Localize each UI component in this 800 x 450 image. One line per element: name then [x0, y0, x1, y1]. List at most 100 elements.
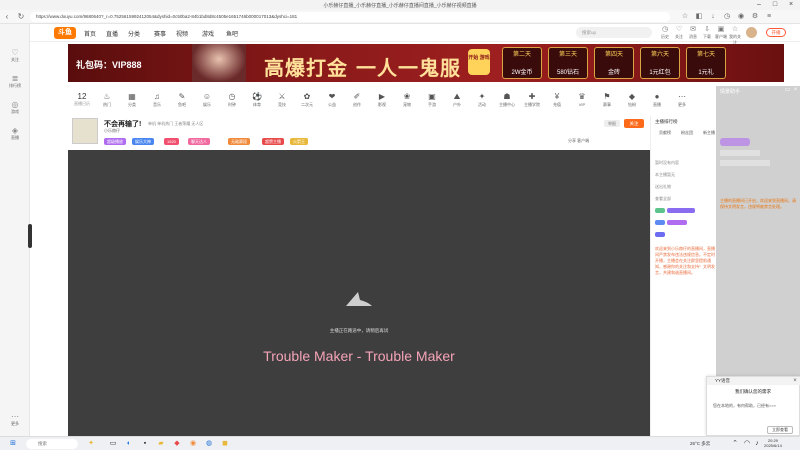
category-item[interactable]: ✎ 鱼吧: [171, 92, 193, 108]
settings-icon[interactable]: ⚙: [750, 12, 760, 22]
widget-icon[interactable]: ✦: [86, 439, 96, 449]
header-myfollow[interactable]: ☆ 我的关注: [728, 26, 742, 46]
taskbar-search[interactable]: 搜索: [26, 439, 78, 449]
category-item[interactable]: ♫ 音乐: [146, 92, 168, 108]
tray-arrow-icon[interactable]: ⌃: [730, 439, 740, 449]
download-icon[interactable]: ↓: [708, 12, 718, 22]
close-icon[interactable]: ×: [784, 0, 798, 10]
app-icon[interactable]: ◼: [220, 439, 230, 449]
nav-home[interactable]: 首页: [84, 29, 96, 38]
start-menu-icon[interactable]: ⊞: [8, 439, 18, 449]
volume-icon[interactable]: ♪: [752, 439, 762, 449]
pin-icon[interactable]: ▭: [784, 87, 791, 94]
report-button[interactable]: 举报: [604, 120, 620, 127]
header-follow[interactable]: ♡ 关注: [672, 26, 686, 40]
category-item[interactable]: ▣ 手游: [421, 92, 443, 108]
nav-category[interactable]: 分类: [128, 29, 140, 38]
streamer-tag[interactable]: 娱乐大神: [132, 138, 154, 145]
profile-icon[interactable]: ◉: [736, 12, 746, 22]
category-item[interactable]: ❤ 公益: [321, 92, 343, 108]
bookmark-icon[interactable]: ☆: [680, 12, 690, 22]
category-item[interactable]: ♛ VIP: [571, 92, 593, 107]
back-icon[interactable]: ‹: [2, 12, 12, 22]
header-history[interactable]: ◷ 历史: [658, 26, 672, 40]
nav-events[interactable]: 赛事: [154, 29, 166, 38]
app-icon[interactable]: ◆: [172, 439, 182, 449]
category-item[interactable]: ❀ 宠物: [396, 92, 418, 108]
sidebar-item-follow[interactable]: ♡ 关注: [0, 48, 30, 63]
category-item[interactable]: ⛰ 户外: [446, 92, 468, 108]
ranking-title[interactable]: 主播排行榜: [655, 119, 678, 125]
refresh-icon[interactable]: ↻: [16, 12, 26, 22]
sidebar-item-rank[interactable]: ≣ 排行榜: [0, 74, 30, 89]
room-category[interactable]: 单机 单机热门 王者荣耀 无人区: [148, 121, 203, 127]
close-icon[interactable]: ×: [791, 377, 799, 385]
app-icon[interactable]: ◉: [188, 439, 198, 449]
category-item[interactable]: ▶ 影视: [371, 92, 393, 108]
search-input[interactable]: 搜索up: [576, 27, 652, 38]
extension-icon[interactable]: ◧: [694, 12, 704, 22]
category-item[interactable]: ⋯ 更多: [671, 92, 693, 108]
popup-view-button[interactable]: 立即查看: [767, 426, 793, 434]
header-message[interactable]: ✉ 消息: [686, 26, 700, 40]
folder-icon[interactable]: ▰: [156, 439, 166, 449]
category-item[interactable]: ▦ 分类: [121, 92, 143, 108]
steam-icon[interactable]: ◍: [204, 439, 214, 449]
category-item[interactable]: ◆ 钻粉: [621, 92, 643, 108]
header-client[interactable]: ▣ 客户端: [714, 26, 728, 40]
live-calendar[interactable]: 12 直播日历: [72, 92, 92, 107]
category-item[interactable]: ◷ 时钟: [221, 92, 243, 108]
streamer-tag[interactable]: 无敌赛段: [228, 138, 250, 145]
streamer-tag[interactable]: 超赞主播: [262, 138, 284, 145]
category-item[interactable]: ✐ 创作: [346, 92, 368, 108]
maximize-icon[interactable]: □: [768, 0, 782, 10]
system-clock[interactable]: 20:29 2025/6/14: [764, 438, 782, 448]
sidebar-collapse-handle[interactable]: [28, 224, 32, 248]
task-view-icon[interactable]: ▭: [108, 439, 118, 449]
promo-banner[interactable]: 礼包码：VIP888 高爆打金 一人一鬼服 开始 游戏 第二天 2W金币 第三天 5…: [68, 44, 784, 82]
category-item[interactable]: ⚔ 竞技: [271, 92, 293, 108]
app-icon[interactable]: ▪: [140, 439, 150, 449]
video-player[interactable]: 主播正在路途中，请稍后再试 Trouble Maker - Trouble Ma…: [68, 150, 650, 436]
tab-contribution[interactable]: 贡献榜: [659, 130, 671, 136]
streamer-name[interactable]: 小乐赫仔: [104, 128, 120, 134]
nav-game[interactable]: 游戏: [202, 29, 214, 38]
menu-icon[interactable]: ≡: [764, 12, 774, 22]
share-actions[interactable]: 分享 客户端: [568, 138, 589, 144]
category-item[interactable]: ● 直播: [646, 92, 668, 108]
minimize-icon[interactable]: –: [752, 0, 766, 10]
nav-fishbar[interactable]: 鱼吧: [226, 29, 238, 38]
category-item[interactable]: ⚑ 赛事: [596, 92, 618, 108]
category-item[interactable]: ✚ 主播学院: [521, 92, 543, 108]
sidebar-item-more[interactable]: ⋯ 更多: [0, 412, 30, 427]
nav-live[interactable]: 直播: [106, 29, 118, 38]
site-logo[interactable]: 斗鱼: [54, 27, 76, 39]
header-download[interactable]: ⇩ 下载: [700, 26, 714, 40]
edge-icon[interactable]: ◐: [124, 439, 134, 449]
category-item[interactable]: ☺ 娱乐: [196, 92, 218, 108]
sidebar-item-game[interactable]: ◎ 游戏: [0, 100, 30, 115]
network-icon[interactable]: ◠: [742, 439, 752, 449]
category-item[interactable]: ☗ 主播中心: [496, 92, 518, 108]
category-item[interactable]: ¥ 充值: [546, 92, 568, 108]
weather-widget[interactable]: 26°C 多云: [690, 441, 710, 447]
category-item[interactable]: ✿ 二次元: [296, 92, 318, 108]
category-item[interactable]: ♨ 热门: [96, 92, 118, 108]
user-avatar[interactable]: [746, 27, 757, 38]
streamer-tag[interactable]: 火箭王: [290, 138, 308, 145]
banner-start-button[interactable]: 开始 游戏: [468, 49, 490, 75]
nav-video[interactable]: 视频: [176, 29, 188, 38]
category-item[interactable]: ✦ 活动: [471, 92, 493, 108]
streamer-tag[interactable]: 聊天达人: [188, 138, 210, 145]
streamer-tag[interactable]: 1520: [164, 138, 179, 145]
url-field[interactable]: https://www.douyu.com/9680640?_r=0.75256…: [30, 12, 670, 22]
category-item[interactable]: ⚽ 体育: [246, 92, 268, 108]
sidebar-item-live[interactable]: ◈ 直播: [0, 126, 30, 141]
follow-button[interactable]: 关注: [624, 119, 644, 128]
history-icon[interactable]: ◷: [722, 12, 732, 22]
streamer-tag[interactable]: 超级播放: [104, 138, 126, 145]
tab-fans[interactable]: 粉丝团: [681, 130, 693, 136]
streamer-avatar[interactable]: [72, 118, 98, 144]
start-live-button[interactable]: 开播: [766, 28, 786, 37]
close-icon[interactable]: ×: [792, 87, 799, 94]
